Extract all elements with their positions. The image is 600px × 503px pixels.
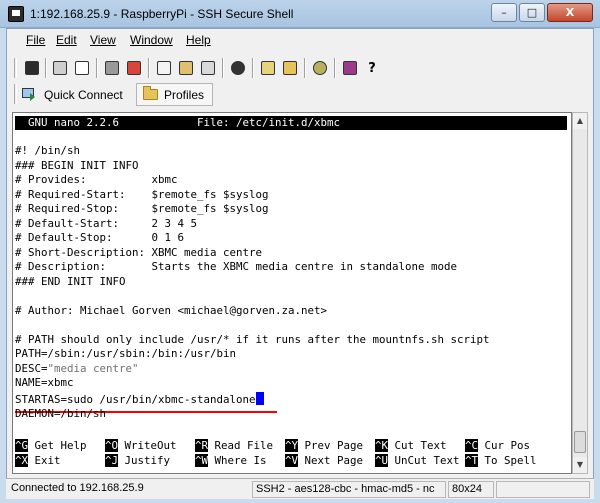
find-icon bbox=[231, 61, 245, 75]
find-button[interactable] bbox=[228, 58, 248, 78]
terminal-line: # Short-Description: XBMC media centre bbox=[15, 246, 263, 259]
paste-button[interactable] bbox=[176, 58, 196, 78]
connect-button[interactable] bbox=[124, 58, 144, 78]
menu-window[interactable]: Window bbox=[130, 33, 173, 47]
nano-header: GNU nano 2.2.6 File: /etc/init.d/xbmc bbox=[15, 116, 567, 130]
copy-icon bbox=[157, 61, 171, 75]
terminal-line: NAME=xbmc bbox=[15, 376, 74, 389]
scroll-up-arrow-icon[interactable]: ▲ bbox=[573, 113, 587, 129]
quick-connect-button[interactable]: Quick Connect bbox=[22, 84, 123, 106]
terminal-size: 80x24 bbox=[448, 481, 494, 498]
terminal-line: # Required-Start: $remote_fs $syslog bbox=[15, 188, 269, 201]
menu-help[interactable]: Help bbox=[186, 33, 211, 47]
help-icon: ? bbox=[368, 60, 376, 76]
shortcut-get-help: ^G Get Help bbox=[15, 439, 87, 452]
shortcut-cur-pos: ^C Cur Pos bbox=[465, 439, 531, 452]
quick-connect-icon bbox=[22, 87, 38, 103]
terminal-line: # Required-Stop: $remote_fs $syslog bbox=[15, 202, 269, 215]
toolbar-separator bbox=[252, 58, 254, 78]
toolbar-grip[interactable] bbox=[14, 84, 17, 104]
terminal-screen[interactable]: GNU nano 2.2.6 File: /etc/init.d/xbmc #!… bbox=[12, 112, 572, 474]
toolbar-separator bbox=[222, 58, 224, 78]
close-button[interactable]: X bbox=[547, 3, 593, 22]
toolbar: ? bbox=[14, 56, 584, 80]
text-cursor bbox=[255, 392, 264, 405]
window-title: 1:192.168.25.9 - RaspberryPi - SSH Secur… bbox=[30, 7, 294, 21]
toolbar-grip[interactable] bbox=[14, 58, 17, 78]
disconnect-icon bbox=[105, 61, 119, 75]
terminal-line: # Description: Starts the XBMC media cen… bbox=[15, 260, 458, 273]
scroll-down-arrow-icon[interactable]: ▼ bbox=[573, 457, 587, 473]
startas-line: STARTAS=sudo /usr/bin/xbmc-standalone bbox=[15, 392, 264, 407]
print-icon bbox=[53, 61, 67, 75]
menu-edit[interactable]: Edit bbox=[56, 33, 77, 47]
settings-icon bbox=[313, 61, 327, 75]
toolbar-separator bbox=[45, 58, 47, 78]
startas-text: STARTAS=sudo /usr/bin/xbmc-standalone bbox=[15, 393, 256, 406]
shortcut-read-file: ^R Read File bbox=[195, 439, 274, 452]
toolbar-separator bbox=[304, 58, 306, 78]
maximize-button[interactable]: □ bbox=[519, 3, 545, 22]
paste-icon bbox=[179, 61, 193, 75]
terminal-line: ### BEGIN INIT INFO bbox=[15, 159, 139, 172]
menu-file[interactable]: File bbox=[26, 33, 45, 47]
minimize-button[interactable]: – bbox=[491, 3, 517, 22]
terminal-line: PATH=/sbin:/usr/sbin:/bin:/usr/bin bbox=[15, 347, 237, 360]
profile-icon bbox=[343, 61, 357, 75]
terminal-line: #! /bin/sh bbox=[15, 144, 81, 157]
save-button[interactable] bbox=[22, 58, 42, 78]
help-button[interactable]: ? bbox=[362, 58, 382, 78]
toolbar-separator bbox=[334, 58, 336, 78]
profiles-button[interactable]: Profiles bbox=[136, 83, 214, 106]
copy-button[interactable] bbox=[154, 58, 174, 78]
terminal-line: # Default-Start: 2 3 4 5 bbox=[15, 217, 198, 230]
terminal-line: # Default-Stop: 0 1 6 bbox=[15, 231, 185, 244]
shortcut-justify: ^J Justify bbox=[105, 454, 171, 467]
scroll-thumb[interactable] bbox=[574, 431, 586, 453]
vertical-scrollbar[interactable]: ▲ ▼ bbox=[572, 112, 588, 474]
status-blank bbox=[496, 481, 590, 498]
terminal-line: # Provides: xbmc bbox=[15, 173, 178, 186]
shortcut-cut-text: ^K Cut Text bbox=[375, 439, 447, 452]
folder-icon bbox=[143, 86, 158, 100]
sftp-button[interactable] bbox=[280, 58, 300, 78]
terminal-line: DAEMON=/bin/sh bbox=[15, 407, 107, 420]
shortcut-next-page: ^V Next Page bbox=[285, 454, 364, 467]
shortcut-uncut-text: ^U UnCut Text bbox=[375, 454, 460, 467]
terminal-line: DESC="media centre" bbox=[15, 362, 139, 376]
file-transfer-icon bbox=[261, 61, 275, 75]
status-bar: Connected to 192.168.25.9 SSH2 - aes128-… bbox=[6, 478, 594, 499]
title-bar: 1:192.168.25.9 - RaspberryPi - SSH Secur… bbox=[0, 0, 600, 28]
connect-icon bbox=[127, 61, 141, 75]
terminal-line: ### END INIT INFO bbox=[15, 275, 126, 288]
shortcut-prev-page: ^Y Prev Page bbox=[285, 439, 364, 452]
sftp-icon bbox=[283, 61, 297, 75]
save-icon bbox=[25, 61, 39, 75]
shortcut-where-is: ^W Where Is bbox=[195, 454, 267, 467]
menu-view[interactable]: View bbox=[90, 33, 116, 47]
connection-status: Connected to 192.168.25.9 bbox=[8, 481, 248, 498]
terminal-line: # PATH should only include /usr/* if it … bbox=[15, 333, 490, 346]
paste-special-button[interactable] bbox=[198, 58, 218, 78]
paste-special-icon bbox=[201, 61, 215, 75]
settings-button[interactable] bbox=[310, 58, 330, 78]
toolbar-separator bbox=[148, 58, 150, 78]
quick-connect-bar: Quick Connect Profiles bbox=[14, 82, 584, 108]
cipher-status: SSH2 - aes128-cbc - hmac-md5 - nc bbox=[252, 481, 446, 498]
shortcut-writeout: ^O WriteOut bbox=[105, 439, 177, 452]
desc-key: DESC= bbox=[15, 362, 48, 375]
terminal-line: # Author: Michael Gorven <michael@gorven… bbox=[15, 304, 328, 317]
print-preview-button[interactable] bbox=[72, 58, 92, 78]
desc-value: "media centre" bbox=[47, 362, 139, 375]
toolbar-separator bbox=[96, 58, 98, 78]
shortcut-to-spell: ^T To Spell bbox=[465, 454, 537, 467]
disconnect-button[interactable] bbox=[102, 58, 122, 78]
shortcut-exit: ^X Exit bbox=[15, 454, 61, 467]
file-transfer-button[interactable] bbox=[258, 58, 278, 78]
print-button[interactable] bbox=[50, 58, 70, 78]
print-preview-icon bbox=[75, 61, 89, 75]
profile-button[interactable] bbox=[340, 58, 360, 78]
terminal-app-icon bbox=[8, 6, 24, 22]
